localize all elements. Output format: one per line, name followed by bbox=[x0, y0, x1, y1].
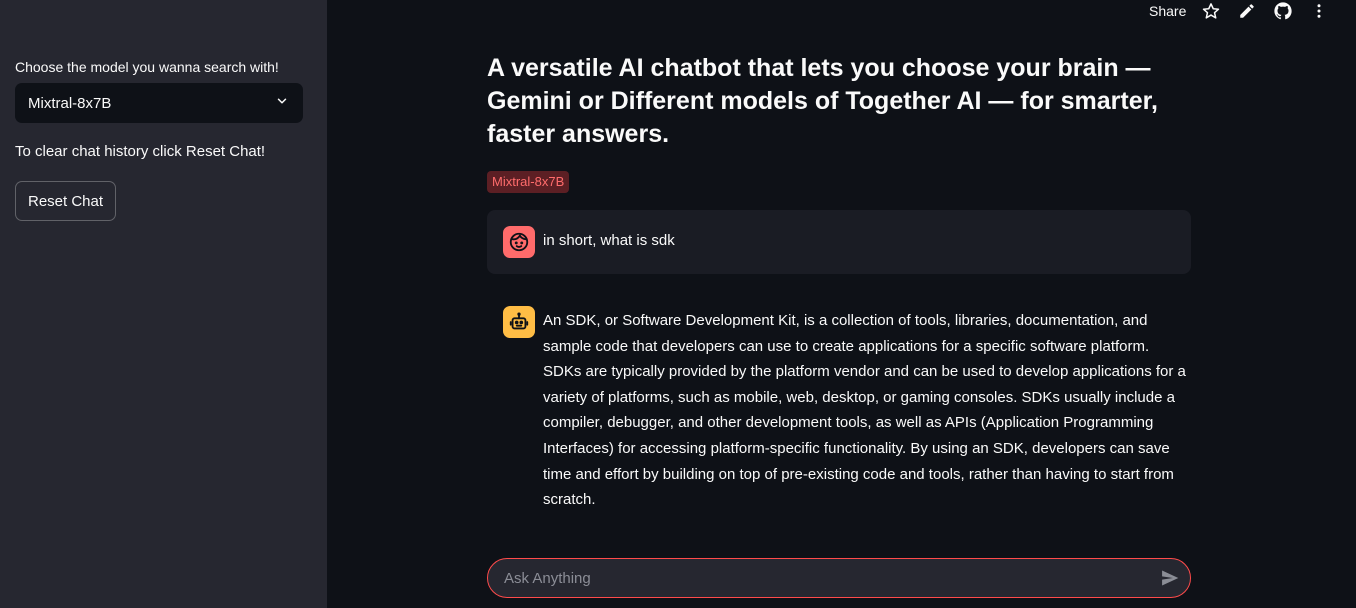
user-face-icon bbox=[503, 226, 535, 258]
chat-input-container bbox=[487, 558, 1191, 598]
share-button[interactable]: Share bbox=[1149, 3, 1186, 19]
model-badge: Mixtral-8x7B bbox=[487, 171, 570, 193]
sidebar: Choose the model you wanna search with! … bbox=[0, 0, 327, 608]
message-text: An SDK, or Software Development Kit, is … bbox=[543, 312, 1186, 509]
model-select[interactable]: Mixtral-8x7B bbox=[15, 83, 303, 123]
model-select-value: Mixtral-8x7B bbox=[28, 94, 112, 112]
chat-input[interactable] bbox=[488, 559, 1150, 597]
message-text: in short, what is sdk bbox=[543, 232, 675, 249]
robot-icon bbox=[503, 306, 535, 338]
chevron-down-icon bbox=[275, 94, 289, 112]
more-icon[interactable] bbox=[1310, 2, 1328, 20]
edit-icon[interactable] bbox=[1238, 2, 1256, 20]
star-icon[interactable] bbox=[1202, 2, 1220, 20]
send-icon[interactable] bbox=[1150, 559, 1190, 597]
page-title: A versatile AI chatbot that lets you cho… bbox=[487, 54, 1158, 148]
reset-chat-button[interactable]: Reset Chat bbox=[15, 181, 117, 221]
reset-hint: To clear chat history click Reset Chat! bbox=[15, 143, 266, 160]
github-icon[interactable] bbox=[1274, 2, 1292, 20]
chat-message-user: in short, what is sdk bbox=[487, 210, 1191, 274]
model-select-label: Choose the model you wanna search with! bbox=[15, 59, 279, 75]
